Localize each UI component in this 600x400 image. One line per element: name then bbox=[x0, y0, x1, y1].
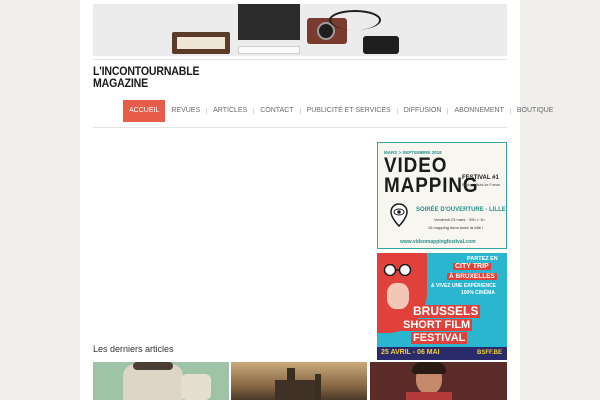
nav-divider bbox=[93, 127, 507, 128]
ad-model-face-image bbox=[387, 283, 409, 309]
article-thumbnail-2[interactable] bbox=[231, 362, 367, 400]
nav-item-diffusion[interactable]: DIFFUSION bbox=[398, 100, 448, 122]
map-pin-icon bbox=[390, 203, 408, 228]
ad-region: Région Hauts-de-France bbox=[462, 183, 501, 187]
castle-body-image bbox=[275, 380, 315, 400]
ad-title-line-1: VIDEO bbox=[384, 154, 448, 177]
nav-item-accueil[interactable]: ACCUEIL bbox=[123, 100, 166, 122]
article-thumbnail-1[interactable] bbox=[93, 362, 229, 400]
site-logo[interactable]: L'INCONTOURNABLE MAGAZINE bbox=[93, 66, 203, 90]
article-thumbnail-3[interactable] bbox=[370, 362, 507, 400]
logo-line-2: MAGAZINE bbox=[93, 78, 148, 90]
sunglasses-icon bbox=[383, 263, 413, 277]
nav-item-contact[interactable]: CONTACT bbox=[254, 100, 299, 122]
wallet-card-image bbox=[177, 37, 225, 49]
nav-item-boutique[interactable]: BOUTIQUE bbox=[511, 100, 560, 122]
main-navigation: ACCUEIL REVUES ARTICLES CONTACT PUBLICIT… bbox=[123, 100, 559, 122]
paper-image bbox=[238, 46, 300, 54]
ad-line-1: PARTEZ EN bbox=[467, 256, 498, 262]
ad-url[interactable]: BSFF.BE bbox=[477, 350, 502, 356]
camera-strap-image bbox=[329, 10, 381, 30]
ad-line-2: CITY TRIP bbox=[453, 263, 491, 270]
ad-brand-2: SHORT FILM bbox=[401, 319, 473, 331]
ad-line-4: & VIVEZ UNE EXPÉRIENCE bbox=[431, 283, 497, 289]
header-banner bbox=[93, 4, 507, 56]
ad-opening: SOIRÉE D'OUVERTURE - LILLE bbox=[416, 207, 506, 213]
portrait-hair-image bbox=[412, 362, 446, 374]
page-container: L'INCONTOURNABLE MAGAZINE ACCUEIL REVUES… bbox=[80, 0, 553, 400]
ad-opening-date: Vendredi 23 mars · 20h > 1h bbox=[434, 217, 485, 222]
ad-line-3: À BRUXELLES bbox=[447, 273, 497, 280]
nav-item-revues[interactable]: REVUES bbox=[165, 100, 206, 122]
portrait-shirt-image bbox=[406, 392, 452, 400]
ad-festival-label: FESTIVAL #1 bbox=[462, 175, 499, 181]
notebook-image bbox=[238, 4, 300, 40]
nav-item-articles[interactable]: ARTICLES bbox=[207, 100, 253, 122]
illustration-hat-image bbox=[133, 362, 173, 370]
ad-brand-1: BRUSSELS bbox=[411, 304, 481, 318]
ad-line-5: 100% CINÉMA bbox=[461, 290, 495, 296]
ad-dates: 25 AVRIL - 06 MAI bbox=[381, 349, 440, 356]
ad-tagline: 15 mapping dans toute la ville ! bbox=[428, 225, 484, 230]
logo-line-1: L'INCONTOURNABLE bbox=[93, 66, 200, 78]
header-divider bbox=[93, 59, 507, 60]
castle-tower-image bbox=[315, 374, 321, 400]
nav-item-publicite[interactable]: PUBLICITÉ ET SERVICES bbox=[301, 100, 397, 122]
ad-brand-3: FESTIVAL bbox=[411, 332, 468, 344]
ad-video-mapping-festival[interactable]: MARS > SEPTEMBRE 2018 VIDEO MAPPING FEST… bbox=[377, 142, 507, 249]
latest-articles-heading: Les derniers articles bbox=[93, 344, 174, 354]
nav-item-abonnement[interactable]: ABONNEMENT bbox=[448, 100, 509, 122]
ad-brussels-short-film-festival[interactable]: PARTEZ EN CITY TRIP À BRUXELLES & VIVEZ … bbox=[377, 253, 507, 360]
ad-url[interactable]: www.videomappingfestival.com bbox=[400, 239, 476, 245]
illustration-shape-image bbox=[181, 374, 211, 400]
pouch-image bbox=[363, 36, 399, 54]
